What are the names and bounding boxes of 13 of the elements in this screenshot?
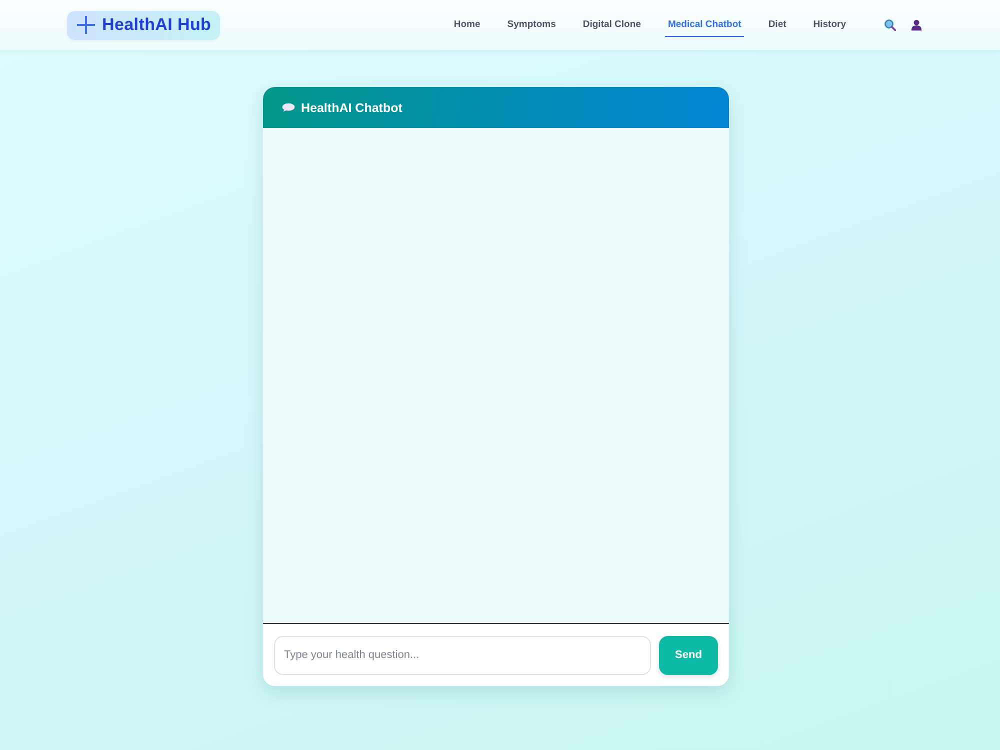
logo-link[interactable]: HealthAI Hub	[67, 10, 220, 40]
nav-link[interactable]: Medical Chatbot	[664, 14, 744, 36]
plus-icon	[77, 16, 95, 34]
chat-title: HealthAI Chatbot	[301, 100, 402, 114]
speech-bubble-icon	[282, 103, 295, 112]
nav-link[interactable]: History	[810, 14, 849, 36]
nav-link[interactable]: Diet	[765, 14, 790, 36]
nav-link[interactable]: Symptoms	[504, 14, 559, 36]
message-input[interactable]: Type your health question...	[274, 636, 651, 674]
user-icon[interactable]	[911, 19, 922, 31]
search-icon[interactable]	[884, 19, 896, 31]
nav-link[interactable]: Digital Clone	[580, 14, 644, 36]
nav-link[interactable]: Home	[450, 14, 484, 36]
